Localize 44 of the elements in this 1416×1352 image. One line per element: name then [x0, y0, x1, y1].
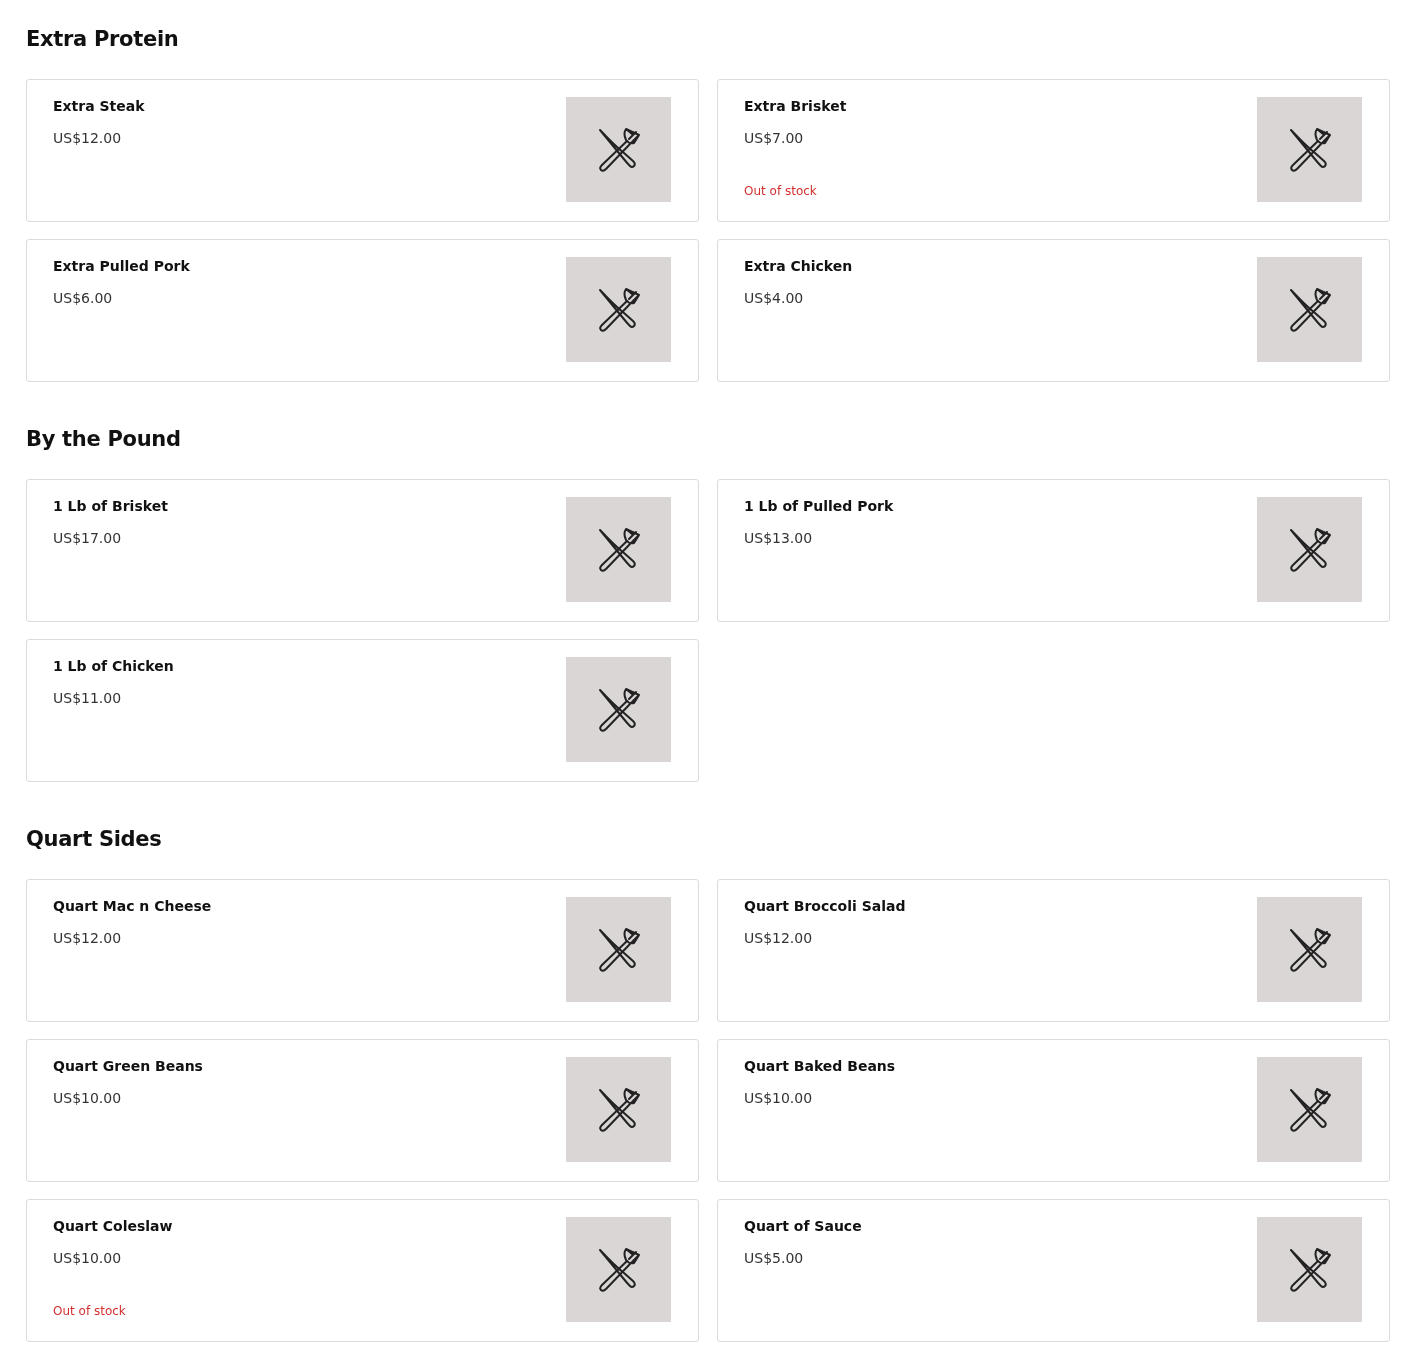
item-name: 1 Lb of Pulled Pork	[744, 497, 894, 515]
item-price: US$10.00	[53, 1089, 123, 1107]
menu-item-card[interactable]: Quart Broccoli Salad US$12.00	[717, 879, 1390, 1022]
item-price: US$13.00	[744, 529, 814, 547]
item-name: Extra Chicken	[744, 257, 853, 275]
item-name: Quart Coleslaw	[53, 1217, 173, 1235]
item-price: US$12.00	[53, 929, 123, 947]
item-name: Extra Pulled Pork	[53, 257, 190, 275]
menu-item-card[interactable]: Extra Chicken US$4.00	[717, 239, 1390, 382]
menu-item-card[interactable]: 1 Lb of Brisket US$17.00	[26, 479, 699, 622]
item-price: US$12.00	[53, 129, 123, 147]
item-name: Quart Broccoli Salad	[744, 897, 906, 915]
item-price: US$6.00	[53, 289, 114, 307]
item-name: Quart Green Beans	[53, 1057, 203, 1075]
menu-item-card[interactable]: Quart Green Beans US$10.00	[26, 1039, 699, 1182]
menu-item-card[interactable]: Extra Steak US$12.00	[26, 79, 699, 222]
item-price: US$10.00	[53, 1249, 123, 1267]
section-heading: Extra Protein	[26, 26, 180, 52]
item-name: 1 Lb of Chicken	[53, 657, 174, 675]
item-name: 1 Lb of Brisket	[53, 497, 168, 515]
menu-item-card[interactable]: 1 Lb of Chicken US$11.00	[26, 639, 699, 782]
item-price: US$4.00	[744, 289, 805, 307]
item-price: US$5.00	[744, 1249, 805, 1267]
item-price: US$11.00	[53, 689, 123, 707]
menu-item-card[interactable]: Quart of Sauce US$5.00	[717, 1199, 1390, 1342]
item-name: Quart Baked Beans	[744, 1057, 896, 1075]
section-heading: Quart Sides	[26, 826, 163, 852]
menu-item-card[interactable]: Quart Coleslaw US$10.00 Out of stock	[26, 1199, 699, 1342]
item-price: US$12.00	[744, 929, 814, 947]
item-price: US$10.00	[744, 1089, 814, 1107]
item-name: Quart of Sauce	[744, 1217, 862, 1235]
menu-item-card[interactable]: Quart Baked Beans US$10.00	[717, 1039, 1390, 1182]
menu-item-card[interactable]: Extra Pulled Pork US$6.00	[26, 239, 699, 382]
stock-status: Out of stock	[53, 1303, 127, 1319]
menu-item-card[interactable]: Quart Mac n Cheese US$12.00	[26, 879, 699, 1022]
item-price: US$17.00	[53, 529, 123, 547]
item-name: Extra Steak	[53, 97, 145, 115]
item-name: Quart Mac n Cheese	[53, 897, 212, 915]
item-name: Extra Brisket	[744, 97, 847, 115]
item-price: US$7.00	[744, 129, 805, 147]
menu-item-card[interactable]: Extra Brisket US$7.00 Out of stock	[717, 79, 1390, 222]
stock-status: Out of stock	[744, 183, 818, 199]
section-heading: By the Pound	[26, 426, 182, 452]
menu-item-card[interactable]: 1 Lb of Pulled Pork US$13.00	[717, 479, 1390, 622]
